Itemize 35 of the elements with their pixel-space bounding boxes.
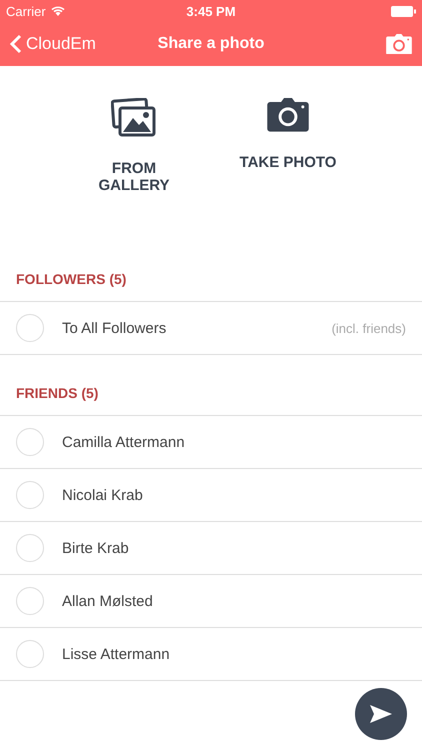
battery-icon (391, 6, 416, 16)
radio-button[interactable] (16, 481, 44, 509)
row-note: (incl. friends) (332, 320, 406, 336)
section-header: FOLLOWERS (5) (15, 271, 128, 289)
radio-button[interactable] (16, 428, 44, 456)
send-button[interactable] (355, 688, 407, 740)
contact-row[interactable]: Lisse Attermann (0, 628, 422, 681)
radio-button[interactable] (16, 534, 44, 562)
contact-row[interactable]: Birte Krab (0, 522, 422, 575)
send-icon (370, 705, 392, 723)
camera-icon (386, 34, 412, 54)
contact-name: Allan Mølsted (62, 592, 154, 610)
camera-icon (267, 98, 309, 132)
radio-button[interactable] (16, 314, 44, 342)
status-time: 3:45 PM (186, 4, 236, 18)
chevron-left-icon (10, 34, 22, 54)
gallery-button[interactable]: FROM GALLERY (79, 98, 189, 271)
contact-name: Birte Krab (62, 540, 130, 556)
radio-button[interactable] (16, 587, 44, 615)
gallery-icon (111, 98, 157, 138)
section-header: FRIENDS (5) (15, 384, 100, 403)
carrier-name: Carrier (6, 4, 46, 18)
take-photo-button[interactable]: TAKE PHOTO (233, 98, 343, 271)
camera-button[interactable] (386, 34, 412, 54)
contact-row[interactable]: Allan Mølsted (0, 575, 422, 628)
contact-row[interactable]: Camilla Attermann (0, 416, 422, 469)
radio-button[interactable] (16, 640, 44, 668)
wifi-icon (50, 6, 65, 16)
screen-title: Share a photo (158, 35, 264, 53)
contact-row[interactable]: To All Followers (incl. friends) (0, 302, 422, 355)
contact-name: Lisse Attermann (62, 646, 171, 662)
contact-name: Camilla Attermann (62, 434, 186, 450)
contact-row[interactable]: Nicolai Krab (0, 469, 422, 522)
contact-name: Nicolai Krab (62, 486, 144, 504)
contact-name: To All Followers (62, 320, 168, 336)
